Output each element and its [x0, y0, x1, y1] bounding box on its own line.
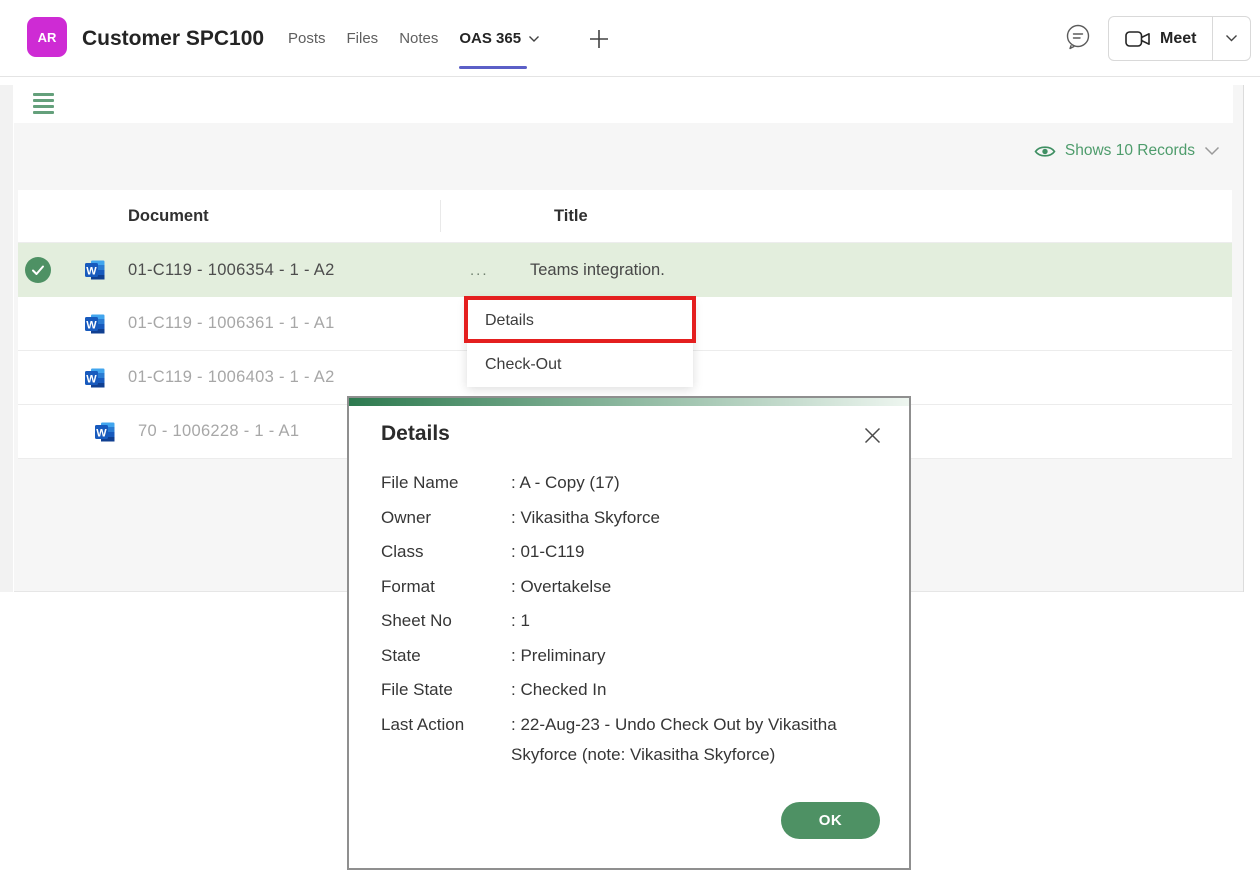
add-tab-button[interactable] — [588, 28, 610, 50]
records-label: Shows 10 Records — [1065, 142, 1195, 160]
tab-posts[interactable]: Posts — [288, 0, 326, 77]
chat-bubble-icon — [1063, 22, 1093, 52]
document-title[interactable]: Teams integration. — [530, 243, 665, 297]
word-file-icon: W — [94, 421, 116, 448]
check-circle-icon[interactable] — [25, 257, 51, 283]
modal-accent-bar — [349, 398, 909, 406]
meet-options-button[interactable] — [1212, 17, 1250, 60]
field-state: State : Preliminary — [381, 641, 873, 671]
field-label: Class — [381, 537, 511, 567]
svg-text:W: W — [86, 320, 97, 332]
tab-files[interactable]: Files — [347, 0, 379, 77]
channel-avatar[interactable]: AR — [27, 17, 67, 57]
meet-button[interactable]: Meet — [1109, 17, 1212, 60]
field-value: : A - Copy (17) — [511, 468, 843, 498]
field-label: State — [381, 641, 511, 671]
svg-text:W: W — [86, 374, 97, 386]
field-value: : Preliminary — [511, 641, 843, 671]
word-file-icon: W — [84, 313, 106, 340]
field-label: Sheet No — [381, 606, 511, 636]
modal-title: Details — [381, 422, 450, 446]
plus-icon — [588, 28, 610, 50]
field-class: Class : 01-C119 — [381, 537, 873, 567]
chevron-down-icon — [528, 35, 540, 43]
menu-item-check-out[interactable]: Check-Out — [467, 343, 693, 387]
tab-posts-label: Posts — [288, 30, 326, 47]
table-header-row: Document Title — [18, 190, 1232, 243]
field-value: : 22-Aug-23 - Undo Check Out by Vikasith… — [511, 710, 843, 770]
details-modal: Details File Name : A - Copy (17) Owner … — [347, 396, 911, 870]
column-header-title[interactable]: Title — [554, 190, 588, 243]
svg-text:W: W — [96, 428, 107, 440]
field-label: Last Action — [381, 710, 511, 770]
meet-split-button: Meet — [1108, 16, 1251, 61]
column-header-document[interactable]: Document — [128, 190, 209, 243]
channel-header: AR Customer SPC100 Posts Files Notes OAS… — [0, 0, 1260, 77]
field-sheet-no: Sheet No : 1 — [381, 606, 873, 636]
field-label: Owner — [381, 503, 511, 533]
document-id[interactable]: 01-C119 - 1006403 - 1 - A2 — [128, 351, 335, 404]
records-visibility-control[interactable]: Shows 10 Records — [1034, 142, 1220, 160]
channel-title: Customer SPC100 — [82, 0, 264, 77]
word-file-icon: W — [84, 259, 106, 286]
field-label: File Name — [381, 468, 511, 498]
hamburger-menu-icon[interactable] — [33, 93, 54, 117]
left-gutter — [0, 85, 13, 592]
meet-label: Meet — [1160, 30, 1196, 48]
tab-notes[interactable]: Notes — [399, 0, 438, 77]
tab-oas365-label: OAS 365 — [459, 30, 521, 47]
field-file-state: File State : Checked In — [381, 675, 873, 705]
word-file-icon: W — [84, 367, 106, 394]
svg-text:W: W — [86, 266, 97, 278]
document-id[interactable]: 01-C119 - 1006354 - 1 - A2 — [128, 243, 335, 297]
column-divider — [440, 200, 441, 232]
close-icon[interactable] — [861, 424, 883, 446]
field-value: : Overtakelse — [511, 572, 843, 602]
app-toolbar — [14, 85, 1233, 123]
tab-oas365[interactable]: OAS 365 — [459, 0, 540, 77]
table-row[interactable]: W 01-C119 - 1006354 - 1 - A2 ... Teams i… — [18, 243, 1232, 297]
teams-app-window: AR Customer SPC100 Posts Files Notes OAS… — [0, 0, 1260, 884]
field-owner: Owner : Vikasitha Skyforce — [381, 503, 873, 533]
field-file-name: File Name : A - Copy (17) — [381, 468, 873, 498]
modal-fields: File Name : A - Copy (17) Owner : Vikasi… — [381, 468, 873, 774]
camera-icon — [1125, 29, 1151, 49]
field-value: : 1 — [511, 606, 843, 636]
open-conversation-button[interactable] — [1062, 21, 1094, 53]
tab-notes-label: Notes — [399, 30, 438, 47]
active-tab-underline — [459, 66, 527, 69]
field-label: File State — [381, 675, 511, 705]
field-value: : Checked In — [511, 675, 843, 705]
scrollbar-track[interactable] — [1243, 85, 1244, 592]
field-last-action: Last Action : 22-Aug-23 - Undo Check Out… — [381, 710, 873, 770]
document-id[interactable]: 01-C119 - 1006361 - 1 - A1 — [128, 297, 335, 350]
menu-item-details[interactable]: Details — [467, 299, 693, 343]
chevron-down-icon — [1225, 34, 1238, 43]
row-ellipsis[interactable]: ... — [470, 243, 489, 297]
channel-tabs: Posts Files Notes OAS 365 — [288, 0, 610, 77]
field-label: Format — [381, 572, 511, 602]
eye-icon — [1034, 144, 1056, 159]
document-id[interactable]: 70 - 1006228 - 1 - A1 — [138, 405, 299, 458]
field-format: Format : Overtakelse — [381, 572, 873, 602]
field-value: : Vikasitha Skyforce — [511, 503, 843, 533]
field-value: : 01-C119 — [511, 537, 843, 567]
chevron-down-icon — [1204, 146, 1220, 156]
ok-button[interactable]: OK — [781, 802, 880, 839]
avatar-initials: AR — [38, 30, 57, 45]
tab-files-label: Files — [347, 30, 379, 47]
row-context-menu: Details Check-Out — [467, 299, 693, 387]
